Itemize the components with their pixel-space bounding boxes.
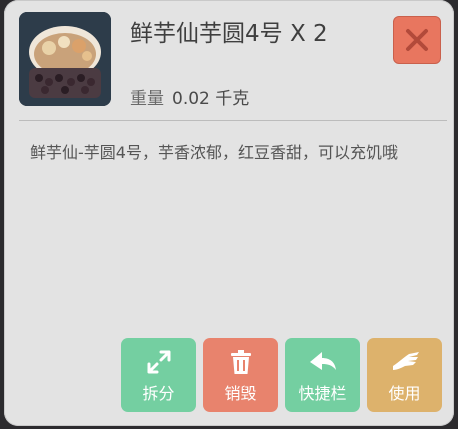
- item-thumbnail: [19, 12, 111, 106]
- destroy-button[interactable]: 销毁: [203, 338, 278, 412]
- weight-label: 重量: [130, 89, 164, 109]
- hand-icon: [392, 352, 419, 370]
- split-button[interactable]: 拆分: [121, 338, 196, 412]
- item-detail-panel: 鲜芋仙芋圆4号 X 2 重量 0.02 千克 鲜芋仙-芋圆4号，芋香浓郁，红豆香甜…: [4, 0, 454, 426]
- use-button[interactable]: 使用: [367, 338, 442, 412]
- item-weight: 重量 0.02 千克: [130, 84, 249, 109]
- taro-dessert-bowl-icon: [19, 12, 111, 106]
- item-description: 鲜芋仙-芋圆4号，芋香浓郁，红豆香甜，可以充饥哦: [30, 143, 398, 162]
- close-button[interactable]: [393, 16, 441, 64]
- use-label: 使用: [388, 384, 421, 403]
- split-label: 拆分: [142, 384, 175, 403]
- item-name: 鲜芋仙芋圆4号 X 2: [130, 21, 328, 47]
- divider: [19, 120, 447, 121]
- destroy-label: 销毁: [224, 384, 257, 403]
- trash-icon: [230, 350, 251, 374]
- weight-value: 0.02 千克: [172, 89, 250, 109]
- quickbar-label: 快捷栏: [298, 384, 347, 403]
- close-icon: [406, 29, 428, 51]
- back-arrow-icon: [309, 352, 336, 370]
- quickbar-button[interactable]: 快捷栏: [285, 338, 360, 412]
- expand-arrows-icon: [147, 350, 170, 374]
